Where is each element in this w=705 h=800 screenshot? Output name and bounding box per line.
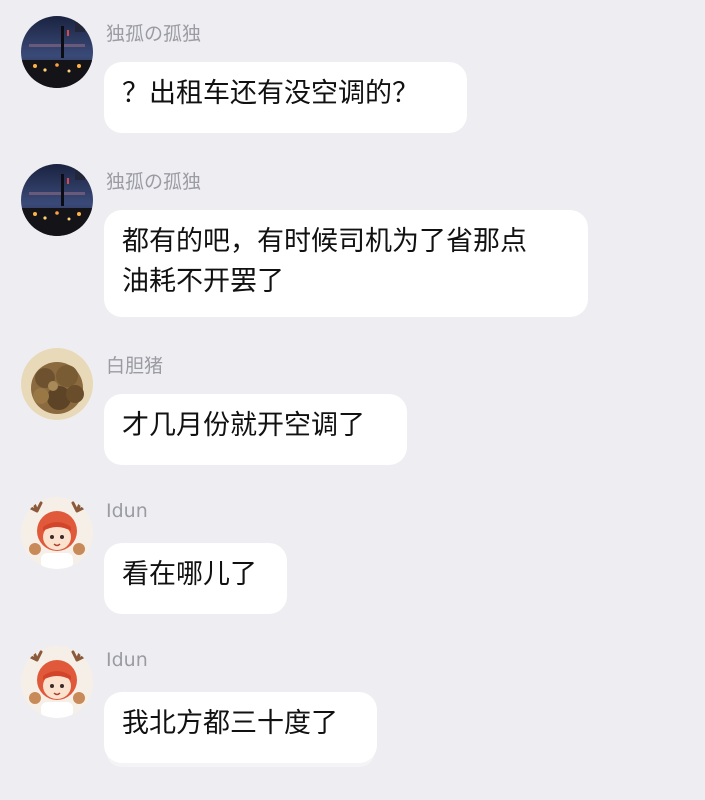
avatar[interactable] [21, 348, 93, 420]
sender-name: 独孤の孤独 [106, 171, 202, 193]
sender-name: 独孤の孤独 [106, 23, 202, 45]
message-bubble[interactable]: 我北方都三十度了 [104, 692, 377, 763]
sender-name: Idun [106, 649, 148, 671]
avatar[interactable] [21, 646, 93, 718]
message-bubble[interactable]: 都有的吧，有时候司机为了省那点 油耗不开罢了 [104, 210, 588, 317]
avatar[interactable] [21, 16, 93, 88]
sender-name: 白胆猪 [106, 355, 164, 377]
anime-deer-girl-avatar-icon [21, 646, 93, 718]
avatar[interactable] [21, 164, 93, 236]
night-city-avatar-icon [21, 16, 93, 88]
night-city-avatar-icon [21, 164, 93, 236]
chat-message-list[interactable]: 独孤の孤独 ？出租车还有没空调的？ 独孤の孤独 都有的吧，有时候司机为了省那点 … [0, 0, 705, 800]
avatar[interactable] [21, 497, 93, 569]
anime-deer-girl-avatar-icon [21, 497, 93, 569]
sender-name: Idun [106, 500, 148, 522]
message-bubble[interactable]: ？出租车还有没空调的？ [104, 62, 467, 133]
message-bubble[interactable]: 看在哪儿了 [104, 543, 287, 614]
brown-fluffy-avatar-icon [21, 348, 93, 420]
message-bubble[interactable]: 才几月份就开空调了 [104, 394, 407, 465]
